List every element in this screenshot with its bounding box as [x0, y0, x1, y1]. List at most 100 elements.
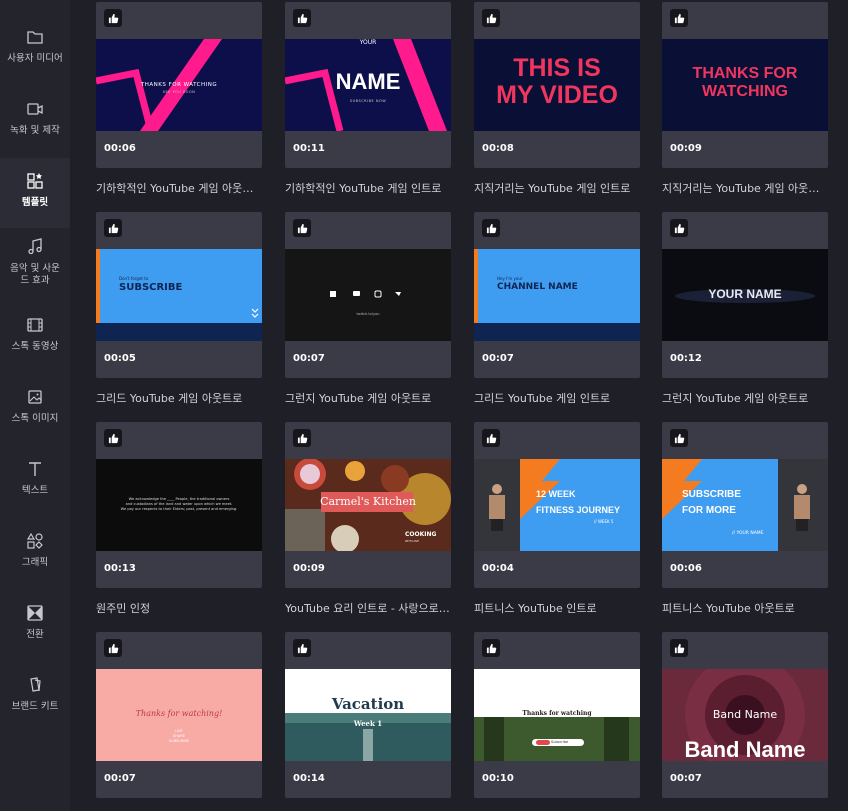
thumbnail-text: FITNESS JOURNEY [536, 505, 621, 515]
like-button[interactable] [104, 639, 122, 657]
sidebar-item-label: 스톡 동영상 [11, 341, 59, 352]
transition-icon [27, 605, 43, 621]
sidebar-item-brand-kit[interactable]: 브랜드 키트 [0, 676, 70, 718]
template-card[interactable]: Band Name Band Name 00:07 [662, 632, 828, 798]
template-card[interactable]: 12 WEEK FITNESS JOURNEY // WEEK 5 00:04 [474, 422, 640, 588]
like-button[interactable] [670, 9, 688, 27]
template-title[interactable]: 원주민 인정 [96, 600, 262, 616]
duration-label: 00:06 [670, 563, 702, 574]
sidebar-item-record-create[interactable]: 녹화 및 제작 [0, 100, 70, 150]
template-card[interactable]: SUBSCRIBE FOR MORE // YOUR NAME 00:06 [662, 422, 828, 588]
thumbnail-text: LIKE [175, 729, 183, 733]
sidebar-item-music-sfx[interactable]: 음악 및 사운드 효과 [0, 238, 70, 290]
template-title[interactable]: 피트니스 YouTube 아웃트로 [662, 600, 828, 616]
thumbnail-text: Band Name [712, 708, 778, 721]
template-title[interactable]: 그런지 YouTube 게임 아웃트로 [662, 390, 828, 406]
duration-label: 00:07 [293, 353, 325, 364]
sidebar-item-stock-image[interactable]: 스톡 이미지 [0, 388, 70, 430]
template-card[interactable]: Thanks for watching Subscribe 00:10 [474, 632, 640, 798]
sidebar-item-my-media[interactable]: 사용자 미디어 [0, 28, 70, 78]
thumbnail-text: SEE YOU SOON [162, 90, 196, 94]
sidebar-item-templates[interactable]: 템플릿 [0, 158, 70, 228]
thumbs-up-icon [674, 643, 684, 653]
music-note-icon [28, 238, 42, 255]
template-title[interactable]: 피트니스 YouTube 인트로 [474, 600, 640, 616]
sidebar-item-label: 템플릿 [21, 197, 49, 208]
thumbnail-text: MY VIDEO [496, 81, 618, 109]
thumbnail-text: YOUR NAME [708, 287, 782, 301]
like-button[interactable] [293, 639, 311, 657]
template-card[interactable]: THANKS FOR WATCHING 00:09 [662, 2, 828, 168]
duration-label: 00:07 [482, 353, 514, 364]
like-button[interactable] [104, 219, 122, 237]
template-thumbnail: twitch.tv/you [285, 249, 451, 341]
template-card[interactable]: Thanks for watching! LIKE SHARE SUBSCRIB… [96, 632, 262, 798]
template-card[interactable]: THANKS FOR WATCHING SEE YOU SOON 00:06 [96, 2, 262, 168]
thumbnail-text: THANKS FOR [692, 65, 798, 82]
template-title[interactable]: 그리드 YouTube 게임 인트로 [474, 390, 640, 406]
film-icon [27, 318, 43, 332]
template-thumbnail: YOUR NAME [662, 249, 828, 341]
thumbnail-text: Thanks for watching! [135, 709, 223, 718]
thumbnail-text: WATCHING [702, 83, 788, 100]
template-card[interactable]: Carmel's Kitchen COOKING WITH LOVE 00:09 [285, 422, 451, 588]
template-card[interactable]: twitch.tv/you 00:07 [285, 212, 451, 378]
thumbnail-graphic [96, 249, 262, 341]
template-thumbnail: We acknowledge the ____ People, the trad… [96, 459, 262, 551]
thumbnail-text: twitch.tv/you [356, 312, 380, 316]
thumbnail-graphic [474, 249, 640, 341]
thumbnail-text: SUBSCRIBE [169, 739, 189, 743]
duration-label: 00:06 [104, 143, 136, 154]
like-button[interactable] [104, 9, 122, 27]
sidebar-item-stock-video[interactable]: 스톡 동영상 [0, 316, 70, 358]
thumbs-up-icon [486, 433, 496, 443]
like-button[interactable] [482, 219, 500, 237]
template-card[interactable]: We acknowledge the ____ People, the trad… [96, 422, 262, 588]
sidebar-item-label: 전환 [26, 629, 44, 640]
template-thumbnail: Vacation Week 1 [285, 669, 451, 761]
template-title[interactable]: YouTube 요리 인트로 - 사랑으로 만드는 요리 [285, 600, 451, 616]
template-card[interactable]: Don't forget to SUBSCRIBE 00:05 [96, 212, 262, 378]
template-thumbnail: Thanks for watching Subscribe [474, 669, 640, 761]
sidebar-item-graphics[interactable]: 그래픽 [0, 532, 70, 574]
like-button[interactable] [293, 9, 311, 27]
template-card[interactable]: YOUR NAME SUBSCRIBE NOW 00:11 [285, 2, 451, 168]
sidebar-item-text[interactable]: 텍스트 [0, 460, 70, 502]
like-button[interactable] [482, 429, 500, 447]
sidebar-item-transitions[interactable]: 전환 [0, 604, 70, 646]
shapes-icon [26, 532, 43, 549]
like-button[interactable] [104, 429, 122, 447]
thumbnail-text: THANKS FOR WATCHING [140, 82, 218, 88]
template-title[interactable]: 그런지 YouTube 게임 아웃트로 [285, 390, 451, 406]
template-card[interactable]: THIS IS MY VIDEO 00:08 [474, 2, 640, 168]
thumbnail-text: SUBSCRIBE [119, 282, 183, 293]
thumbs-up-icon [674, 223, 684, 233]
duration-label: 00:09 [293, 563, 325, 574]
like-button[interactable] [293, 429, 311, 447]
template-thumbnail: Don't forget to SUBSCRIBE [96, 249, 262, 341]
thumbnail-text: Don't forget to [119, 276, 149, 281]
template-card[interactable]: YOUR NAME 00:12 [662, 212, 828, 378]
duration-label: 00:07 [104, 773, 136, 784]
sidebar-item-label: 스톡 이미지 [11, 413, 59, 424]
like-button[interactable] [670, 219, 688, 237]
template-card[interactable]: Vacation Week 1 00:14 [285, 632, 451, 798]
sidebar-item-label: 브랜드 키트 [11, 701, 59, 712]
folder-icon [27, 31, 43, 44]
template-title[interactable]: 지직거리는 YouTube 게임 인트로 [474, 180, 640, 196]
template-card[interactable]: Hey I'm your CHANNEL NAME 00:07 [474, 212, 640, 378]
template-title[interactable]: 그리드 YouTube 게임 아웃트로 [96, 390, 262, 406]
duration-label: 00:12 [670, 353, 702, 364]
template-title[interactable]: 기하학적인 YouTube 게임 아웃트로 [96, 180, 262, 196]
like-button[interactable] [670, 429, 688, 447]
template-thumbnail: SUBSCRIBE FOR MORE // YOUR NAME [662, 459, 828, 551]
video-camera-icon [27, 103, 43, 115]
like-button[interactable] [293, 219, 311, 237]
like-button[interactable] [482, 9, 500, 27]
thumbs-up-icon [297, 643, 307, 653]
like-button[interactable] [670, 639, 688, 657]
thumbnail-graphic [330, 290, 401, 298]
template-title[interactable]: 기하학적인 YouTube 게임 인트로 [285, 180, 451, 196]
template-title[interactable]: 지직거리는 YouTube 게임 아웃트로 [662, 180, 828, 196]
like-button[interactable] [482, 639, 500, 657]
